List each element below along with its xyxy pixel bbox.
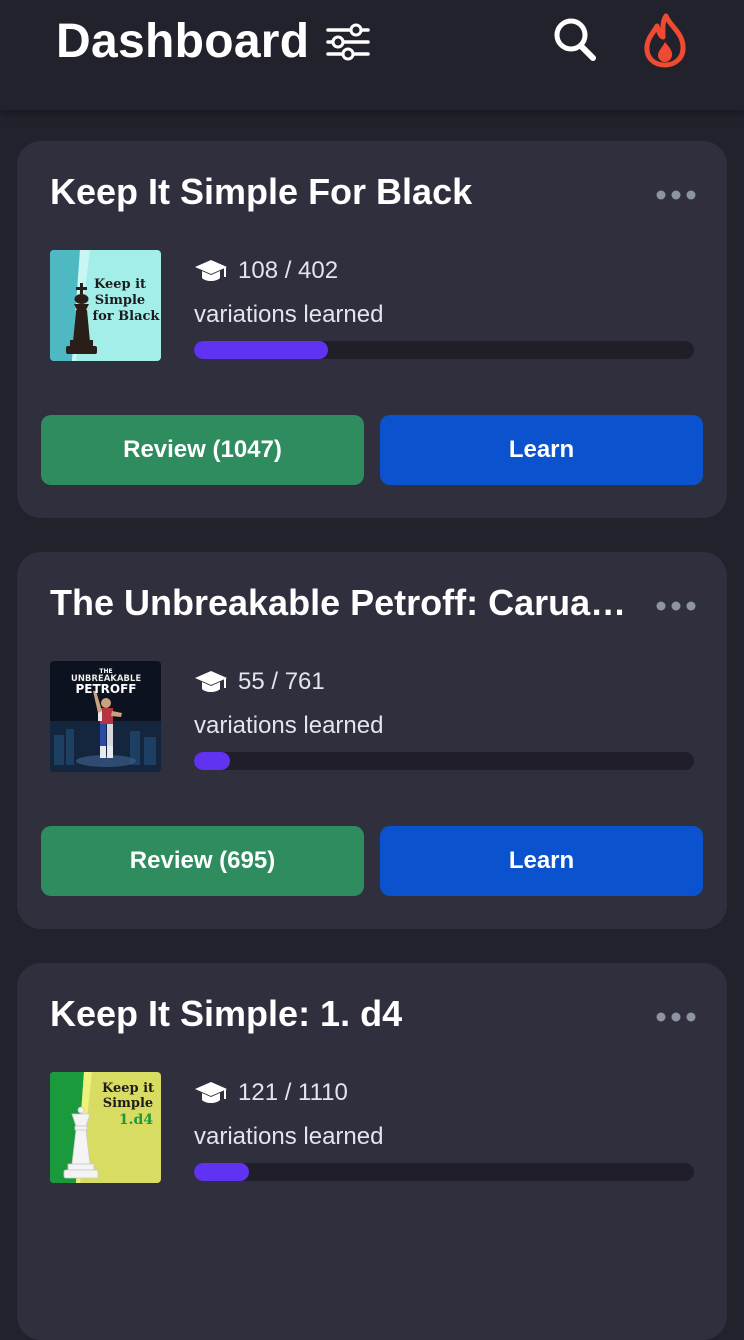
page-title: Dashboard — [56, 15, 310, 68]
progress-fill — [194, 1163, 249, 1181]
sliders-icon — [326, 23, 370, 61]
review-button[interactable]: Review (695) — [41, 826, 364, 896]
more-dots-icon — [656, 601, 696, 611]
course-card: Keep It Simple: 1. d4 Keep it Simple 1.d… — [17, 963, 727, 1340]
more-dots-icon — [656, 1012, 696, 1022]
course-title[interactable]: Keep It Simple For Black — [50, 171, 630, 213]
cover-text-line: for Black — [93, 309, 161, 324]
search-icon — [554, 18, 596, 61]
variations-label: variations learned — [194, 301, 384, 328]
progress-bar — [194, 752, 694, 770]
learned-count-row: 121 / 1110 — [194, 1077, 348, 1109]
cover-text-line: 1.d4 — [119, 1112, 153, 1128]
graduation-cap-icon — [195, 1082, 227, 1103]
more-options-button[interactable] — [653, 183, 701, 207]
search-button[interactable] — [550, 14, 600, 66]
learned-count-row: 108 / 402 — [194, 255, 338, 287]
learned-count: 121 / 1110 — [238, 1079, 348, 1106]
course-card: The Unbreakable Petroff: Caruan… THE UNB… — [17, 552, 727, 929]
course-cover-image[interactable]: Keep it Simple for Black — [50, 250, 161, 361]
flame-icon — [644, 13, 686, 68]
cover-text-line: PETROFF — [75, 682, 136, 696]
progress-fill — [194, 752, 231, 770]
graduation-cap-icon — [195, 671, 227, 692]
more-options-button[interactable] — [653, 594, 701, 618]
cover-text-line: Simple — [95, 293, 145, 308]
course-cover: Keep it Simple for Black — [50, 250, 161, 361]
progress-fill — [194, 341, 329, 359]
course-cover: Keep it Simple 1.d4 — [50, 1072, 161, 1183]
course-cover: THE UNBREAKABLE PETROFF — [50, 661, 161, 772]
streak-button[interactable] — [640, 12, 690, 68]
cover-text-line: Keep it — [94, 277, 146, 292]
course-title[interactable]: Keep It Simple: 1. d4 — [50, 993, 630, 1035]
course-cover-image[interactable]: THE UNBREAKABLE PETROFF — [50, 661, 161, 772]
variations-label: variations learned — [194, 1123, 384, 1150]
course-cover-image[interactable]: Keep it Simple 1.d4 — [50, 1072, 161, 1183]
progress-bar — [194, 341, 694, 359]
more-dots-icon — [656, 190, 696, 200]
course-title[interactable]: The Unbreakable Petroff: Caruan… — [50, 582, 630, 624]
filter-button[interactable] — [322, 18, 374, 66]
course-card: Keep It Simple For Black Keep it Simple — [17, 141, 727, 518]
variations-label: variations learned — [194, 712, 384, 739]
learned-count-row: 55 / 761 — [194, 666, 325, 698]
app-header: Dashboard — [0, 0, 744, 110]
review-button[interactable]: Review (1047) — [41, 415, 364, 485]
progress-bar — [194, 1163, 694, 1181]
graduation-cap-icon — [195, 260, 227, 281]
learned-count: 55 / 761 — [238, 668, 325, 695]
cover-text-line: Simple — [103, 1096, 153, 1111]
learn-button[interactable]: Learn — [380, 415, 703, 485]
learn-button[interactable]: Learn — [380, 826, 703, 896]
more-options-button[interactable] — [653, 1005, 701, 1029]
learned-count: 108 / 402 — [238, 257, 339, 284]
cover-text-line: Keep it — [102, 1081, 154, 1096]
